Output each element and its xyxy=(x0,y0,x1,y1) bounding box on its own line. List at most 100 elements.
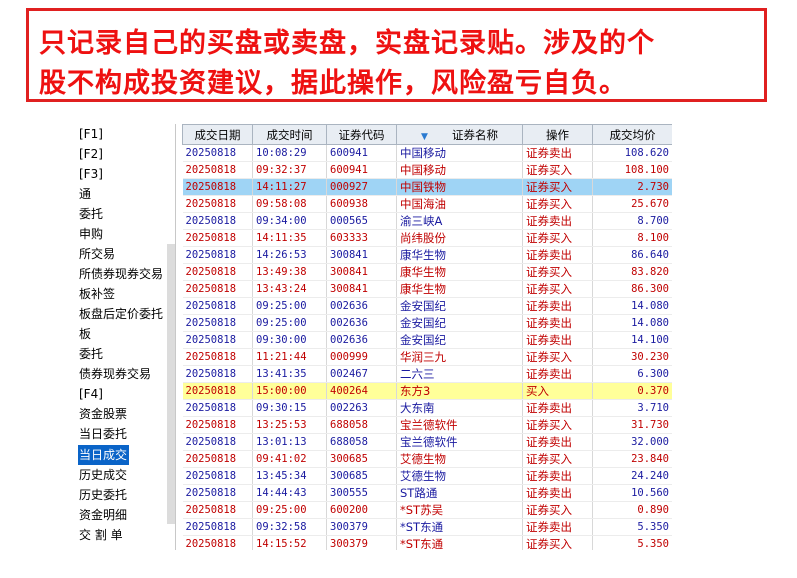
cell-action: 买入 xyxy=(522,382,593,400)
cell-code: 300841 xyxy=(326,263,397,281)
cell-name: 金安国纪 xyxy=(396,297,523,315)
table-row[interactable]: 20250818 09:58:08 600938 中国海油 证券买入 25.670 xyxy=(182,195,672,213)
col-header-code[interactable]: 证券代码 xyxy=(326,124,397,145)
sidebar-item[interactable]: 申购 xyxy=(78,224,175,244)
cell-time: 09:25:00 xyxy=(252,501,327,519)
sidebar-item[interactable]: [F4] xyxy=(78,384,175,404)
table-row[interactable]: 20250818 09:34:00 000565 渝三峡A 证券卖出 8.700 xyxy=(182,212,672,230)
table-row[interactable]: 20250818 14:26:53 300841 康华生物 证券卖出 86.640 xyxy=(182,246,672,264)
col-header-action[interactable]: 操作 xyxy=(522,124,593,145)
table-row[interactable]: 20250818 09:32:58 300379 *ST东通 证券卖出 5.350 xyxy=(182,518,672,536)
table-row[interactable]: 20250818 13:25:53 688058 宝兰德软件 证券买入 31.730 xyxy=(182,416,672,434)
sidebar-item[interactable]: 当日委托 xyxy=(78,424,175,444)
cell-action: 证券买入 xyxy=(522,178,593,196)
cell-date: 20250818 xyxy=(182,484,253,502)
sidebar-item[interactable]: 通 xyxy=(78,184,175,204)
cell-action: 证券卖出 xyxy=(522,467,593,485)
sidebar-item[interactable]: 板 xyxy=(78,324,175,344)
cell-code: 000565 xyxy=(326,212,397,230)
cell-name: 中国移动 xyxy=(396,144,523,162)
cell-price: 8.700 xyxy=(592,212,672,230)
cell-time: 09:25:00 xyxy=(252,314,327,332)
table-row[interactable]: 20250818 09:25:00 002636 金安国纪 证券卖出 14.080 xyxy=(182,297,672,315)
cell-code: 300379 xyxy=(326,535,397,550)
cell-date: 20250818 xyxy=(182,433,253,451)
table-row[interactable]: 20250818 09:25:00 002636 金安国纪 证券卖出 14.080 xyxy=(182,314,672,332)
sidebar-item[interactable]: 债券现券交易 xyxy=(78,364,175,384)
sidebar-item[interactable]: 历史成交 xyxy=(78,465,175,485)
table-row[interactable]: 20250818 09:30:15 002263 大东南 证券卖出 3.710 xyxy=(182,399,672,417)
cell-name: *ST东通 xyxy=(396,535,523,550)
table-row[interactable]: 20250818 15:00:00 400264 东方3 买入 0.370 xyxy=(182,382,672,400)
cell-date: 20250818 xyxy=(182,450,253,468)
cell-name: 华润三九 xyxy=(396,348,523,366)
table-row[interactable]: 20250818 13:45:34 300685 艾德生物 证券卖出 24.240 xyxy=(182,467,672,485)
cell-date: 20250818 xyxy=(182,263,253,281)
cell-time: 13:49:38 xyxy=(252,263,327,281)
cell-code: 300555 xyxy=(326,484,397,502)
cell-time: 09:34:00 xyxy=(252,212,327,230)
table-row[interactable]: 20250818 14:11:27 000927 中国铁物 证券买入 2.730 xyxy=(182,178,672,196)
sidebar-item[interactable]: 所债券现券交易 xyxy=(78,264,175,284)
cell-action: 证券卖出 xyxy=(522,484,593,502)
cell-code: 300379 xyxy=(326,518,397,536)
sidebar-scrollbar[interactable] xyxy=(167,244,175,524)
table-row[interactable]: 20250818 09:25:00 600200 *ST苏吴 证券买入 0.890 xyxy=(182,501,672,519)
sidebar-item[interactable]: 板盘后定价委托 xyxy=(78,304,175,324)
sidebar-item[interactable]: 委托 xyxy=(78,344,175,364)
cell-date: 20250818 xyxy=(182,229,253,247)
cell-price: 14.080 xyxy=(592,297,672,315)
table-row[interactable]: 20250818 13:41:35 002467 二六三 证券卖出 6.300 xyxy=(182,365,672,383)
cell-price: 6.300 xyxy=(592,365,672,383)
cell-code: 002467 xyxy=(326,365,397,383)
table-row[interactable]: 20250818 09:41:02 300685 艾德生物 证券买入 23.840 xyxy=(182,450,672,468)
cell-action: 证券卖出 xyxy=(522,365,593,383)
sidebar-item[interactable]: ... xyxy=(78,545,175,550)
sidebar-item[interactable]: 资金明细 xyxy=(78,505,175,525)
cell-price: 24.240 xyxy=(592,467,672,485)
sidebar-item[interactable]: 交 割 单 xyxy=(78,525,175,545)
col-header-price[interactable]: 成交均价 xyxy=(592,124,672,145)
sidebar-item[interactable]: 所交易 xyxy=(78,244,175,264)
table-row[interactable]: 20250818 14:44:43 300555 ST路通 证券卖出 10.560 xyxy=(182,484,672,502)
sidebar-item[interactable]: [F3] xyxy=(78,164,175,184)
table-row[interactable]: 20250818 11:21:44 000999 华润三九 证券买入 30.230 xyxy=(182,348,672,366)
cell-date: 20250818 xyxy=(182,399,253,417)
table-row[interactable]: 20250818 09:32:37 600941 中国移动 证券买入 108.100 xyxy=(182,161,672,179)
cell-name: 中国海油 xyxy=(396,195,523,213)
cell-price: 0.890 xyxy=(592,501,672,519)
col-header-time[interactable]: 成交时间 xyxy=(252,124,327,145)
cell-price: 3.710 xyxy=(592,399,672,417)
cell-date: 20250818 xyxy=(182,416,253,434)
cell-time: 13:41:35 xyxy=(252,365,327,383)
cell-action: 证券买入 xyxy=(522,348,593,366)
cell-date: 20250818 xyxy=(182,178,253,196)
cell-code: 600938 xyxy=(326,195,397,213)
cell-code: 300685 xyxy=(326,450,397,468)
table-row[interactable]: 20250818 13:49:38 300841 康华生物 证券买入 83.820 xyxy=(182,263,672,281)
table-row[interactable]: 20250818 10:08:29 600941 中国移动 证券卖出 108.620 xyxy=(182,144,672,162)
sidebar-item[interactable]: 板补签 xyxy=(78,284,175,304)
sidebar-item[interactable]: 当日成交 xyxy=(78,445,130,465)
sidebar-item[interactable]: [F2] xyxy=(78,144,175,164)
cell-price: 8.100 xyxy=(592,229,672,247)
cell-name: 宝兰德软件 xyxy=(396,416,523,434)
sidebar-item[interactable]: 委托 xyxy=(78,204,175,224)
col-header-date[interactable]: 成交日期 xyxy=(182,124,253,145)
cell-price: 32.000 xyxy=(592,433,672,451)
table-row[interactable]: 20250818 13:01:13 688058 宝兰德软件 证券卖出 32.000 xyxy=(182,433,672,451)
sidebar-item[interactable]: [F1] xyxy=(78,124,175,144)
cell-name: 中国铁物 xyxy=(396,178,523,196)
col-header-name[interactable]: ▼ 证券名称 xyxy=(396,124,523,145)
table-row[interactable]: 20250818 09:30:00 002636 金安国纪 证券卖出 14.100 xyxy=(182,331,672,349)
cell-name: *ST苏吴 xyxy=(396,501,523,519)
table-row[interactable]: 20250818 14:11:35 603333 尚纬股份 证券买入 8.100 xyxy=(182,229,672,247)
table-row[interactable]: 20250818 13:43:24 300841 康华生物 证券买入 86.300 xyxy=(182,280,672,298)
cell-price: 0.370 xyxy=(592,382,672,400)
cell-time: 09:30:00 xyxy=(252,331,327,349)
sidebar-item[interactable]: 资金股票 xyxy=(78,404,175,424)
cell-code: 688058 xyxy=(326,416,397,434)
cell-date: 20250818 xyxy=(182,246,253,264)
sidebar-item[interactable]: 历史委托 xyxy=(78,485,175,505)
table-row[interactable]: 20250818 14:15:52 300379 *ST东通 证券买入 5.350 xyxy=(182,535,672,550)
